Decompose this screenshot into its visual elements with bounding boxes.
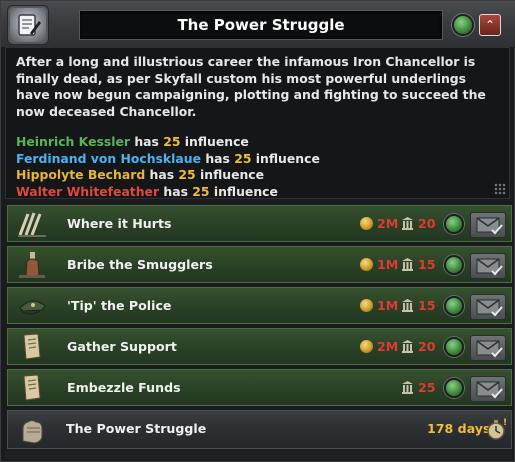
contender-line: Ferdinand von Hochsklaue has 25 influenc… [16,150,320,166]
pillar-icon [402,340,413,353]
decision-window: The Power Struggle ⌃ After a long and il… [0,0,515,462]
decision-label: Bribe the Smugglers [67,257,213,272]
political-power-icon [360,258,373,271]
pillar-icon [402,381,413,394]
take-decision-button[interactable] [470,212,506,238]
mission-label: The Power Struggle [66,421,207,436]
decision-row[interactable]: Where it Hurts 2M 20 [7,205,512,242]
category-description: After a long and illustrious career the … [5,47,510,199]
take-decision-button[interactable] [470,294,506,320]
contender-name: Walter Whitefeather [16,183,160,199]
window-title: The Power Struggle [177,16,345,34]
decision-label: Where it Hurts [67,216,172,231]
decision-row[interactable]: Gather Support 2M 20 [7,328,512,365]
envelope-check-icon [476,217,503,235]
mission-days: 178 days [427,421,491,436]
envelope-check-icon [476,381,503,399]
status-indicator-icon[interactable] [452,14,474,36]
envelope-check-icon [476,258,503,276]
influence-cost: 15 [401,288,436,323]
influence-cost: 20 [401,206,436,241]
pillar-icon [402,258,413,271]
svg-text:!: ! [503,418,507,428]
influence-value: 25 [192,183,210,199]
political-power-cost: 1M [360,288,398,323]
contender-line: Walter Whitefeather has 25 influence [16,183,278,199]
decision-row[interactable]: Bribe the Smugglers 1M 15 [7,246,512,283]
contender-name: Heinrich Kessler [16,134,130,149]
envelope-check-icon [476,299,503,317]
pillar-icon [402,299,413,312]
political-power-icon [360,217,373,230]
decision-row[interactable]: Embezzle Funds 25 [7,369,512,406]
decision-label: Gather Support [67,339,177,354]
political-power-icon [360,340,373,353]
available-indicator-icon [444,296,464,316]
available-indicator-icon [444,214,464,234]
political-power-cost: 2M [360,206,398,241]
title-bar[interactable]: The Power Struggle ⌃ [1,1,515,48]
influence-cost: 15 [401,247,436,282]
political-power-cost: 1M [360,247,398,282]
influence-value: 25 [178,167,196,182]
available-indicator-icon [444,378,464,398]
influence-value: 25 [234,150,252,166]
available-indicator-icon [444,337,464,357]
claw-marks-icon [18,212,46,237]
decision-label: 'Tip' the Police [67,298,172,313]
take-decision-button[interactable] [470,253,506,279]
collapse-button[interactable]: ⌃ [479,14,501,36]
take-decision-button[interactable] [470,335,506,361]
decision-label: Embezzle Funds [67,380,181,395]
political-power-cost: 2M [360,329,398,364]
available-indicator-icon [444,255,464,275]
police-cap-icon [19,300,46,315]
contender-name: Hippolyte Bechard [16,167,146,182]
influence-cost: 25 [401,370,436,405]
title-field: The Power Struggle [79,10,443,40]
chevron-up-icon: ⌃ [484,18,496,32]
influence-value: 25 [163,134,181,149]
contender-name: Ferdinand von Hochsklaue [16,150,201,166]
take-decision-button[interactable] [470,376,506,402]
decision-category-icon [7,5,49,45]
stopwatch-icon: ! [487,418,507,440]
documents-icon [23,333,41,360]
influence-cost: 20 [401,329,436,364]
description-text: After a long and illustrious career the … [16,54,486,119]
political-power-icon [360,299,373,312]
decision-row[interactable]: 'Tip' the Police 1M 15 [7,287,512,324]
pillar-icon [402,217,413,230]
mission-row[interactable]: The Power Struggle 178 days ! [7,410,512,449]
fist-icon [22,420,43,444]
contender-line: Heinrich Kessler has 25 influence [16,134,249,149]
resize-grip-icon[interactable] [494,183,506,195]
bottle-icon [19,252,45,278]
contender-line: Hippolyte Bechard has 25 influence [16,167,265,182]
envelope-check-icon [476,340,503,358]
documents-icon [23,374,41,401]
window-footer [5,451,512,459]
